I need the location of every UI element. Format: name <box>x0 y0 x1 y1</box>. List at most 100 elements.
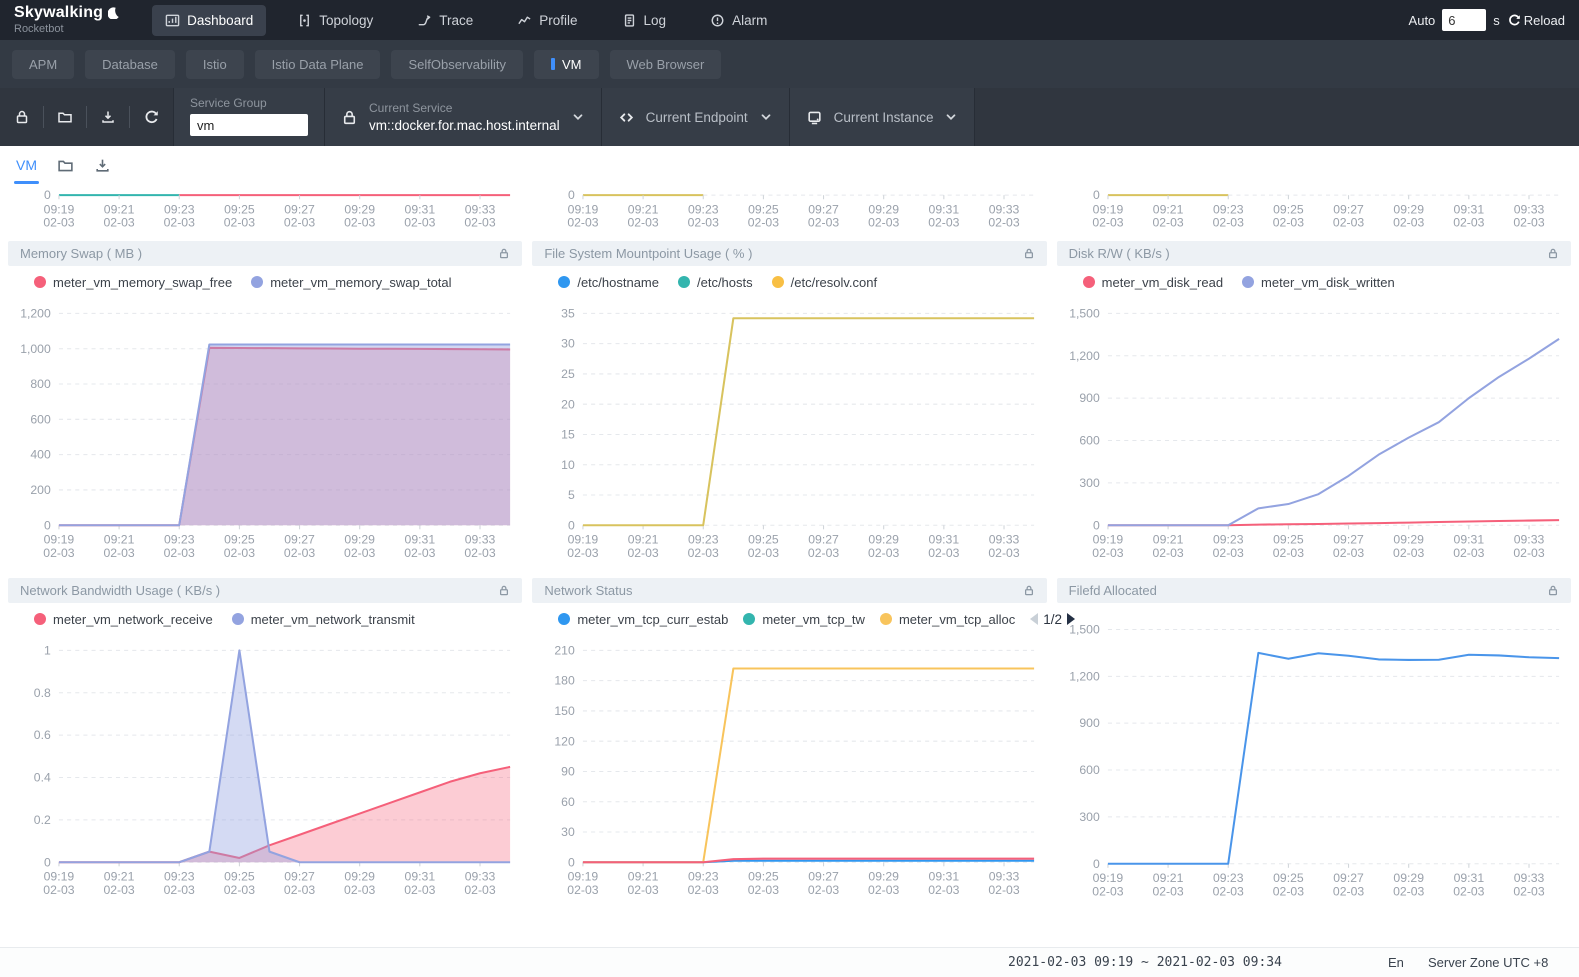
nav-item-trace[interactable]: Trace <box>404 5 486 36</box>
legend-dot <box>34 613 46 625</box>
svg-text:09:2102-03: 09:2102-03 <box>103 202 134 229</box>
legend-prev-icon[interactable] <box>1030 613 1038 625</box>
chart-legend: meter_vm_tcp_curr_estab meter_vm_tcp_tw me… <box>532 603 1046 628</box>
svg-text:09:2502-03: 09:2502-03 <box>224 202 255 229</box>
folder-icon[interactable] <box>57 157 74 174</box>
svg-text:09:3102-03: 09:3102-03 <box>1453 202 1484 229</box>
current-service-selector[interactable]: Current Service vm::docker.for.mac.host.… <box>325 88 602 146</box>
auto-interval-input[interactable] <box>1442 9 1486 31</box>
view-tab-vm[interactable]: VM <box>16 146 37 184</box>
legend-item[interactable]: meter_vm_network_transmit <box>232 612 415 627</box>
chart-lock-icon[interactable] <box>1547 584 1559 597</box>
dashboard-tab-apm[interactable]: APM <box>12 50 74 79</box>
chart-lock-icon[interactable] <box>1023 247 1035 260</box>
axis-strip-2-plot: 009:1902-0309:2102-0309:2302-0309:2502-0… <box>532 186 1046 233</box>
chart-legend: meter_vm_network_receive meter_vm_network… <box>8 603 522 628</box>
svg-text:400: 400 <box>30 448 51 462</box>
svg-text:09:2502-03: 09:2502-03 <box>224 869 255 896</box>
chart-lock-icon[interactable] <box>1547 247 1559 260</box>
legend-label: meter_vm_tcp_tw <box>762 612 865 627</box>
charts-grid: 009:1902-0309:2102-0309:2302-0309:2502-0… <box>0 184 1579 908</box>
alarm-icon <box>710 13 725 28</box>
nav-item-label: Profile <box>539 13 577 28</box>
svg-text:09:3302-03: 09:3302-03 <box>464 532 495 559</box>
main-nav: Dashboard Topology Trace Profile Log Alarm <box>143 5 789 36</box>
nav-item-alarm[interactable]: Alarm <box>697 5 780 36</box>
language-switch[interactable]: En <box>1388 955 1404 970</box>
download-icon[interactable] <box>92 109 124 125</box>
nav-item-dashboard[interactable]: Dashboard <box>152 5 266 36</box>
nav-item-profile[interactable]: Profile <box>504 5 590 36</box>
svg-text:09:3102-03: 09:3102-03 <box>404 202 435 229</box>
disk-rw-plot: 03006009001,2001,50009:1902-0309:2102-03… <box>1057 291 1571 570</box>
svg-text:0: 0 <box>1093 518 1100 532</box>
svg-text:180: 180 <box>555 674 576 688</box>
chevron-down-icon[interactable] <box>944 110 958 124</box>
legend-label: meter_vm_network_transmit <box>251 612 415 627</box>
legend-label: meter_vm_tcp_alloc <box>899 612 1015 627</box>
svg-text:1,500: 1,500 <box>1069 622 1100 636</box>
legend-item[interactable]: /etc/resolv.conf <box>772 275 877 290</box>
chart-lock-icon[interactable] <box>1023 584 1035 597</box>
reload-button[interactable]: Reload <box>1507 13 1565 28</box>
app-logo: Skywalking Rocketbot <box>0 5 129 35</box>
time-range-picker[interactable]: 2021-02-03 09:19 ~ 2021-02-03 09:34 <box>1008 955 1282 970</box>
profile-icon <box>517 13 532 28</box>
dashboard-tab-vm[interactable]: VM <box>534 50 599 79</box>
dashboard-tab-label: VM <box>562 57 582 72</box>
chart-panel-network-bandwidth: Network Bandwidth Usage ( KB/s )meter_vm… <box>8 578 522 909</box>
legend-item[interactable]: meter_vm_disk_read <box>1083 275 1223 290</box>
network-bandwidth-plot: 00.20.40.60.8109:1902-0309:2102-0309:230… <box>8 628 522 907</box>
lock-icon[interactable] <box>6 109 38 125</box>
svg-text:09:3102-03: 09:3102-03 <box>1453 532 1484 559</box>
legend-item[interactable]: meter_vm_tcp_curr_estab <box>558 612 728 627</box>
legend-item[interactable]: meter_vm_disk_written <box>1242 275 1395 290</box>
svg-text:1,200: 1,200 <box>1069 349 1100 363</box>
current-instance-label: Current Instance <box>834 110 934 125</box>
dashboard-tab-database[interactable]: Database <box>85 50 175 79</box>
dashboard-tab-istio[interactable]: Istio <box>186 50 244 79</box>
dashboard-tab-label: SelfObservability <box>408 57 506 72</box>
chart-title: Network Status <box>544 583 632 598</box>
legend-item[interactable]: /etc/hosts <box>678 275 753 290</box>
current-endpoint-selector[interactable]: Current Endpoint <box>602 88 790 146</box>
service-group-label: Service Group <box>190 96 308 110</box>
svg-text:09:3302-03: 09:3302-03 <box>1513 871 1544 898</box>
legend-item[interactable]: meter_vm_memory_swap_free <box>34 275 232 290</box>
legend-item[interactable]: meter_vm_memory_swap_total <box>251 275 451 290</box>
refresh-icon[interactable] <box>135 109 167 126</box>
footer-bar: 2021-02-03 09:19 ~ 2021-02-03 09:34 En S… <box>0 947 1579 977</box>
legend-item[interactable]: meter_vm_tcp_alloc <box>880 612 1015 627</box>
svg-text:09:3302-03: 09:3302-03 <box>1513 532 1544 559</box>
trace-icon <box>417 13 432 28</box>
legend-item[interactable]: meter_vm_network_receive <box>34 612 213 627</box>
current-instance-selector[interactable]: Current Instance <box>790 88 976 146</box>
svg-text:09:3102-03: 09:3102-03 <box>929 869 960 896</box>
svg-text:09:3102-03: 09:3102-03 <box>1453 871 1484 898</box>
service-group-input[interactable] <box>190 114 308 136</box>
nav-item-topology[interactable]: Topology <box>284 5 386 36</box>
legend-item[interactable]: meter_vm_tcp_tw <box>743 612 865 627</box>
folder-icon[interactable] <box>49 109 81 125</box>
dashboard-tab-selfobservability[interactable]: SelfObservability <box>391 50 523 79</box>
chart-lock-icon[interactable] <box>498 584 510 597</box>
dashboard-tab-istio-data-plane[interactable]: Istio Data Plane <box>255 50 381 79</box>
nav-item-log[interactable]: Log <box>609 5 680 36</box>
chevron-down-icon[interactable] <box>759 110 773 124</box>
svg-text:09:2902-03: 09:2902-03 <box>344 869 375 896</box>
svg-text:09:1902-03: 09:1902-03 <box>43 532 74 559</box>
fs-mountpoint-usage-plot: 0510152025303509:1902-0309:2102-0309:230… <box>532 291 1046 570</box>
dashboard-tab-label: Istio Data Plane <box>272 57 364 72</box>
chart-lock-icon[interactable] <box>498 247 510 260</box>
chart-panel-disk-rw: Disk R/W ( KB/s )meter_vm_disk_readmeter… <box>1057 241 1571 570</box>
svg-text:09:2702-03: 09:2702-03 <box>284 532 315 559</box>
svg-text:0.8: 0.8 <box>34 686 51 700</box>
download-icon[interactable] <box>94 157 111 174</box>
svg-text:09:1902-03: 09:1902-03 <box>568 869 599 896</box>
current-endpoint-label: Current Endpoint <box>646 110 748 125</box>
legend-item[interactable]: /etc/hostname <box>558 275 659 290</box>
dashboard-tab-web-browser[interactable]: Web Browser <box>610 50 722 79</box>
chevron-down-icon[interactable] <box>571 110 585 124</box>
svg-text:09:3302-03: 09:3302-03 <box>464 869 495 896</box>
server-zone[interactable]: Server Zone UTC +8 <box>1428 955 1548 970</box>
